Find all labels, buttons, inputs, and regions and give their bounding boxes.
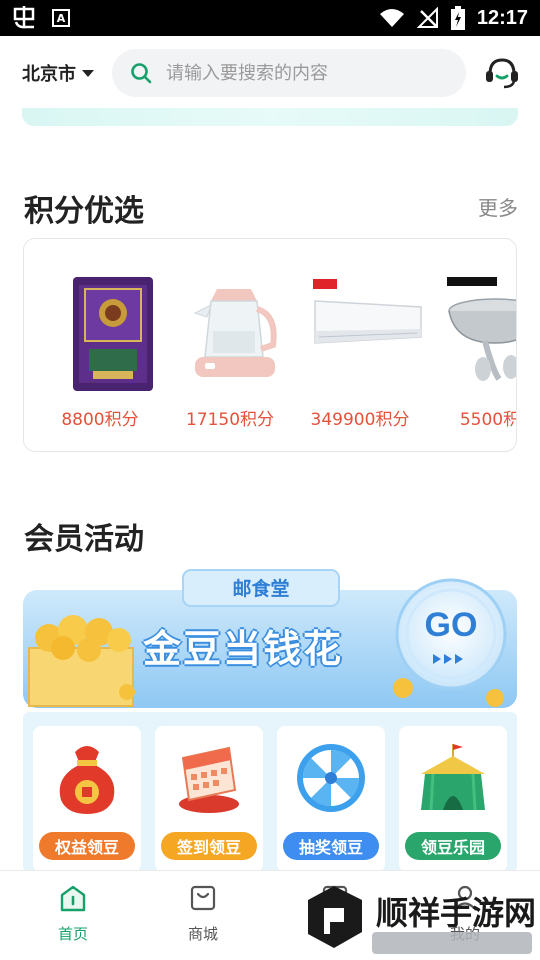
caret-down-icon (82, 69, 94, 77)
tile-label: 抽奖领豆 (283, 832, 379, 860)
tile-label: 签到领豆 (161, 832, 257, 860)
product-price: 17150积分 (185, 410, 275, 430)
product-item[interactable]: 5500积 (425, 239, 517, 451)
points-section-title: 积分优选 (24, 194, 144, 229)
customer-service-button[interactable] (482, 53, 522, 93)
city-label: 北京市 (22, 64, 76, 85)
calendar-icon (179, 746, 239, 813)
product-price: 8800积分 (61, 410, 139, 430)
app-notification-icon (13, 6, 35, 29)
tile-lottery-beans[interactable]: 抽奖领豆 (277, 726, 385, 872)
banner-strip[interactable] (22, 108, 518, 126)
points-product-card: 8800积分 17150积分 349900积分 5500积 (23, 238, 517, 452)
search-bar[interactable] (112, 49, 466, 97)
search-icon (131, 63, 152, 84)
cooking-pot-icon (447, 277, 516, 381)
nav-label: 商城 (187, 925, 218, 943)
prize-wheel-icon (297, 744, 365, 812)
nav-mall[interactable]: 商城 (158, 881, 248, 951)
tent-icon (421, 744, 485, 811)
no-signal-icon (416, 7, 438, 28)
rice-bag-icon (73, 277, 153, 391)
banner-tag: 邮食堂 (232, 578, 290, 600)
more-link[interactable]: 更多 (478, 192, 518, 221)
status-time: 12:17 (476, 6, 528, 29)
activity-tiles-panel: 权益领豆 签到领豆 抽奖领豆 领豆乐园 (23, 712, 517, 872)
watermark-text: 顺祥手游网 (376, 894, 537, 932)
tile-label: 权益领豆 (39, 832, 135, 860)
lucky-bag-icon (59, 746, 115, 814)
home-icon (60, 885, 86, 912)
gold-bean-banner[interactable]: 邮食堂 金豆当钱花 GO (23, 568, 517, 718)
wifi-icon (379, 9, 404, 27)
tile-rights-beans[interactable]: 权益领豆 (33, 726, 141, 872)
tile-label: 领豆乐园 (405, 832, 501, 860)
product-item[interactable]: 8800积分 (35, 239, 165, 451)
product-item[interactable]: 349900积分 (295, 239, 425, 451)
product-item[interactable]: 17150积分 (165, 239, 295, 451)
tile-bean-park[interactable]: 领豆乐园 (399, 726, 507, 872)
mall-icon (190, 885, 216, 911)
air-conditioner-icon (313, 279, 422, 344)
headset-icon (486, 58, 518, 89)
banner-headline: 金豆当钱花 (143, 627, 344, 671)
search-input[interactable] (166, 62, 416, 84)
nav-home[interactable]: 首页 (28, 881, 118, 951)
electric-kettle-icon (193, 289, 277, 377)
product-price: 5500积 (459, 410, 517, 430)
city-selector[interactable]: 北京市 (22, 60, 112, 86)
member-section-title: 会员活动 (24, 522, 144, 557)
keyboard-notification-icon: A (52, 9, 70, 27)
nav-label: 首页 (57, 925, 88, 943)
site-watermark: 顺祥手游网 (300, 878, 540, 960)
tile-checkin-beans[interactable]: 签到领豆 (155, 726, 263, 872)
top-header: 北京市 (0, 36, 540, 110)
battery-charging-icon (450, 6, 465, 30)
go-button[interactable]: GO (397, 606, 505, 645)
product-price: 349900积分 (310, 410, 410, 430)
status-bar: A 12:17 (0, 0, 540, 36)
